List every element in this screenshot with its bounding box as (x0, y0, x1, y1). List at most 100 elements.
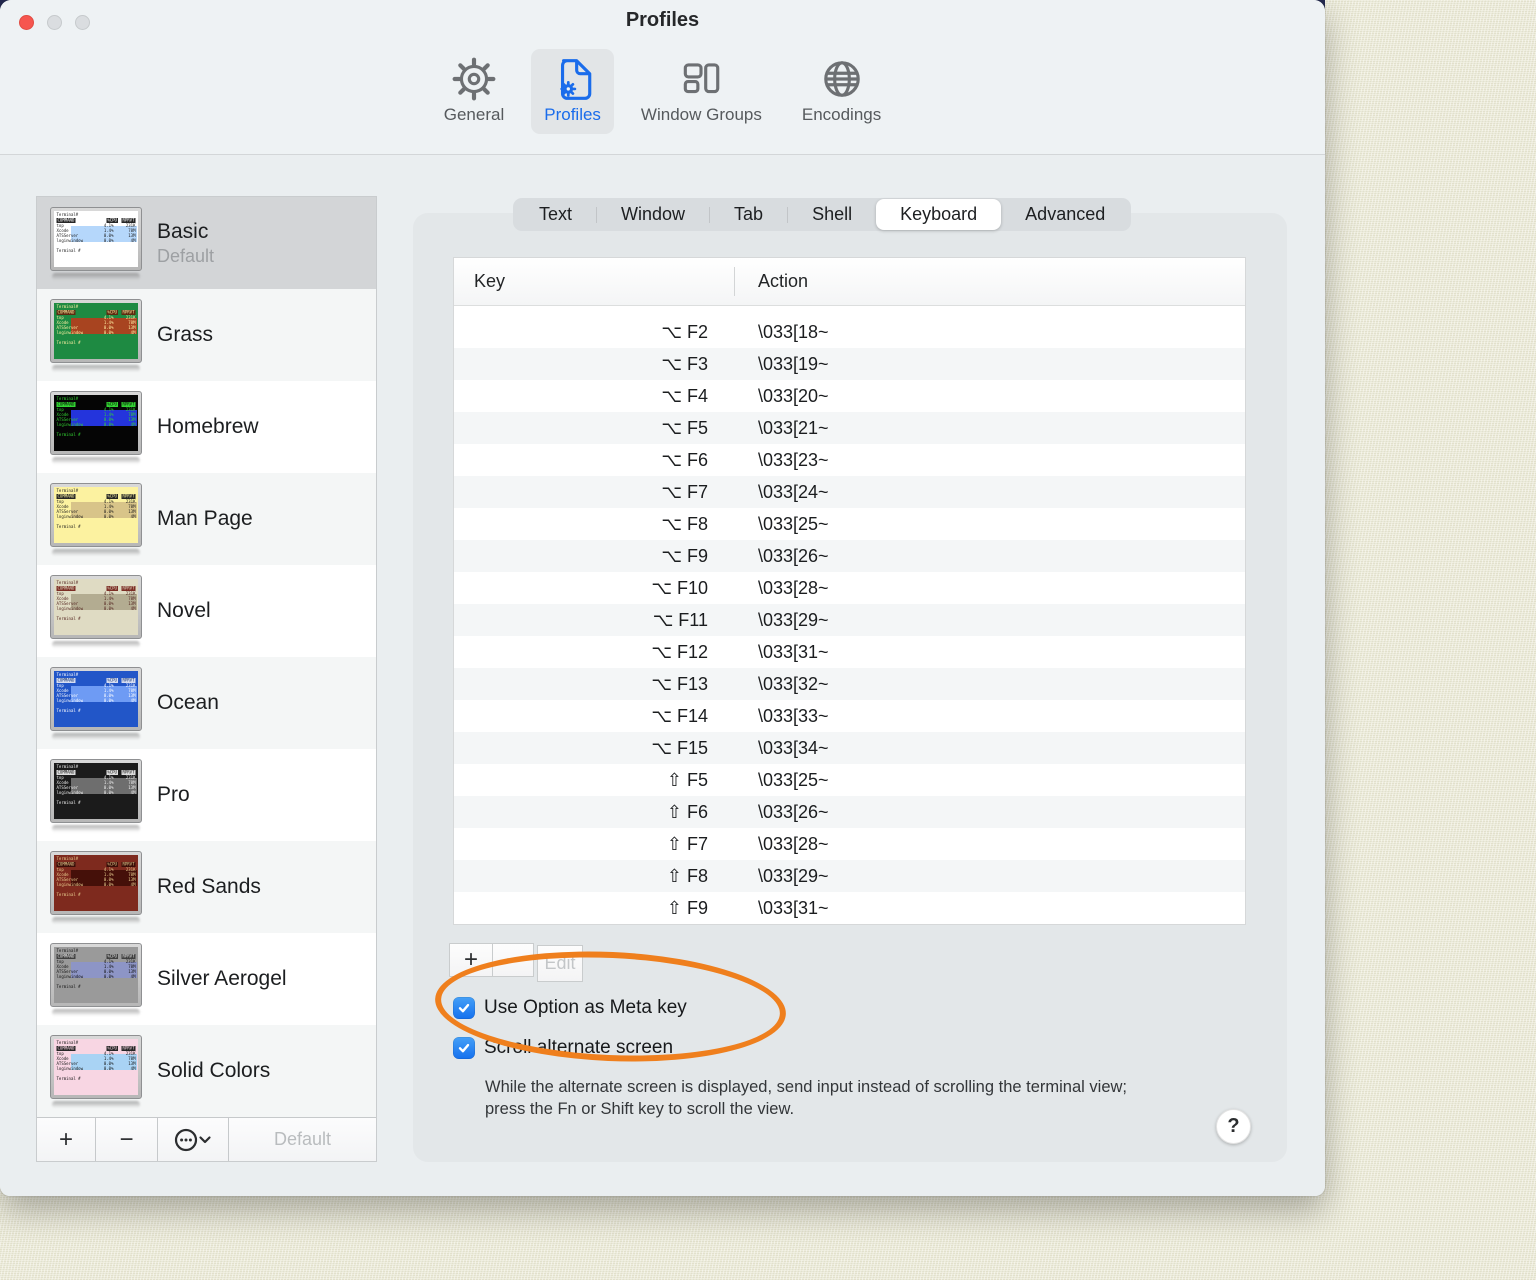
table-row[interactable]: ⌥ F7 \033[24~ (454, 476, 1245, 508)
tab-text[interactable]: Text (515, 199, 596, 230)
table-row[interactable]: ⌥ F13 \033[32~ (454, 668, 1245, 700)
checkmark-icon (458, 1003, 470, 1013)
scroll-alternate-screen-label[interactable]: Scroll alternate screen (484, 1037, 673, 1059)
toolbar-item-encodings[interactable]: Encodings (789, 49, 894, 134)
action-cell: \033[34~ (758, 737, 829, 758)
ellipsis-circle-chevron-icon (174, 1128, 211, 1151)
use-option-as-meta-key-row: Use Option as Meta key (453, 997, 687, 1019)
table-row[interactable]: ⇧ F9 \033[31~ (454, 892, 1245, 924)
profile-name: Ocean (157, 691, 219, 714)
remove-key-mapping-button[interactable]: − (492, 943, 534, 977)
profile-name: Basic (157, 219, 209, 243)
tab-window[interactable]: Window (597, 199, 709, 230)
profile-name: Solid Colors (157, 1059, 271, 1082)
tab-tab[interactable]: Tab (710, 199, 787, 230)
add-key-mapping-button[interactable]: + (449, 943, 493, 977)
profile-thumbnail: Terminal# COMMAND %CPU RPRVT top 4.1% 231K X… (50, 758, 142, 832)
table-row[interactable]: ⌥ F6 \033[23~ (454, 444, 1245, 476)
table-row[interactable]: ⌥ F5 \033[21~ (454, 412, 1245, 444)
profile-name: Silver Aerogel (157, 967, 287, 990)
profile-list-item[interactable]: Terminal# COMMAND %CPU RPRVT top 4.1% 231K X… (37, 381, 376, 473)
tab-advanced[interactable]: Advanced (1001, 199, 1129, 230)
key-cell: ⌥ F14 (651, 705, 708, 726)
profile-thumbnail: Terminal# COMMAND %CPU RPRVT top 4.1% 231K X… (50, 206, 142, 280)
profile-list-item[interactable]: Terminal# COMMAND %CPU RPRVT top 4.1% 231K X… (37, 473, 376, 565)
tab-keyboard[interactable]: Keyboard (876, 199, 1002, 230)
key-cell: ⇧ F8 (666, 865, 708, 886)
table-row[interactable]: ⇧ F7 \033[28~ (454, 828, 1245, 860)
profile-list-item[interactable]: Terminal# COMMAND %CPU RPRVT top 4.1% 231K X… (37, 1025, 376, 1117)
profile-tab-bar: Text Window Tab Shell Keyboard Advanced (513, 198, 1132, 231)
toolbar-label-profiles: Profiles (544, 105, 601, 124)
toolbar-item-window-groups[interactable]: Window Groups (628, 49, 775, 134)
key-cell: ⇧ F6 (666, 801, 708, 822)
table-row[interactable]: ⌥ F10 \033[28~ (454, 572, 1245, 604)
action-cell: \033[20~ (758, 385, 829, 406)
column-header-key: Key (474, 271, 506, 291)
action-cell: \033[33~ (758, 705, 829, 726)
toolbar-label-encodings: Encodings (801, 105, 882, 124)
action-cell: \033[28~ (758, 577, 829, 598)
table-row[interactable]: ⌥ F8 \033[25~ (454, 508, 1245, 540)
checkmark-icon (458, 1043, 470, 1053)
action-cell: \033[21~ (758, 417, 829, 438)
use-option-as-meta-key-checkbox[interactable] (453, 997, 475, 1019)
preferences-window: Profiles General Profiles Window Groups … (0, 0, 1325, 1196)
help-button[interactable]: ? (1216, 1109, 1251, 1144)
action-cell: \033[26~ (758, 801, 829, 822)
scroll-alternate-screen-row: Scroll alternate screen (453, 1037, 673, 1059)
table-row[interactable]: ⌥ F15 \033[34~ (454, 732, 1245, 764)
tab-shell[interactable]: Shell (788, 199, 876, 230)
profile-list-item[interactable]: Terminal# COMMAND %CPU RPRVT top 4.1% 231K X… (37, 841, 376, 933)
profile-actions-menu-button[interactable] (158, 1118, 229, 1161)
thumbnail-reflection (52, 548, 140, 556)
action-cell: \033[19~ (758, 353, 829, 374)
profile-list-item[interactable]: Terminal# COMMAND %CPU RPRVT top 4.1% 231K X… (37, 197, 376, 289)
toolbar-item-profiles[interactable]: Profiles (531, 49, 614, 134)
toolbar-label-window-groups: Window Groups (640, 105, 762, 124)
profile-list-item[interactable]: Terminal# COMMAND %CPU RPRVT top 4.1% 231K X… (37, 565, 376, 657)
remove-profile-button[interactable]: − (96, 1118, 158, 1161)
thumbnail-reflection (52, 456, 140, 464)
key-cell: ⌥ F9 (661, 545, 708, 566)
profile-list-item[interactable]: Terminal# COMMAND %CPU RPRVT top 4.1% 231K X… (37, 933, 376, 1025)
action-cell: \033[25~ (758, 769, 829, 790)
profile-name: Novel (157, 599, 211, 622)
table-row[interactable]: ⇧ F6 \033[26~ (454, 796, 1245, 828)
table-row[interactable]: ⇧ F8 \033[29~ (454, 860, 1245, 892)
action-cell: \033[29~ (758, 865, 829, 886)
thumbnail-reflection (52, 916, 140, 924)
alternate-screen-help-text: While the alternate screen is displayed,… (485, 1078, 1128, 1118)
action-cell: \033[32~ (758, 673, 829, 694)
profile-name: Red Sands (157, 875, 261, 898)
default-button[interactable]: Default (229, 1118, 376, 1161)
table-row[interactable]: ⌥ F11 \033[29~ (454, 604, 1245, 636)
thumbnail-reflection (52, 1100, 140, 1108)
window-groups-icon (684, 63, 720, 94)
profile-list-item[interactable]: Terminal# COMMAND %CPU RPRVT top 4.1% 231K X… (37, 749, 376, 841)
profile-thumbnail: Terminal# COMMAND %CPU RPRVT top 4.1% 231K X… (50, 942, 142, 1016)
table-row[interactable]: ⌥ F12 \033[31~ (454, 636, 1245, 668)
profile-thumbnail: Terminal# COMMAND %CPU RPRVT top 4.1% 231K X… (50, 298, 142, 372)
table-row[interactable]: ⌥ F2 \033[18~ (454, 316, 1245, 348)
sidebar-footer: + − Default (37, 1117, 376, 1161)
action-cell: \033[18~ (758, 321, 829, 342)
table-row[interactable]: ⌥ F3 \033[19~ (454, 348, 1245, 380)
toolbar-item-general[interactable]: General (431, 49, 517, 134)
table-row[interactable]: ⇧ F5 \033[25~ (454, 764, 1245, 796)
scroll-alternate-screen-checkbox[interactable] (453, 1037, 475, 1059)
key-cell: ⇧ F5 (666, 769, 708, 790)
profile-list-item[interactable]: Terminal# COMMAND %CPU RPRVT top 4.1% 231K X… (37, 657, 376, 749)
document-gear-icon (559, 59, 591, 100)
use-option-as-meta-key-label[interactable]: Use Option as Meta key (484, 997, 687, 1019)
edit-key-mapping-button[interactable]: Edit (537, 945, 583, 982)
table-row[interactable]: ⌥ F9 \033[26~ (454, 540, 1245, 572)
action-cell: \033[29~ (758, 609, 829, 630)
preferences-toolbar: General Profiles Window Groups Encodings (0, 49, 1325, 134)
profile-list-item[interactable]: Terminal# COMMAND %CPU RPRVT top 4.1% 231K X… (37, 289, 376, 381)
table-row[interactable]: ⌥ F14 \033[33~ (454, 700, 1245, 732)
table-row[interactable]: ⌥ F4 \033[20~ (454, 380, 1245, 412)
add-profile-button[interactable]: + (37, 1118, 96, 1161)
title-bar: Profiles General Profiles Window Groups … (0, 0, 1325, 155)
profile-list: Terminal# COMMAND %CPU RPRVT top 4.1% 231K X… (37, 197, 376, 1119)
